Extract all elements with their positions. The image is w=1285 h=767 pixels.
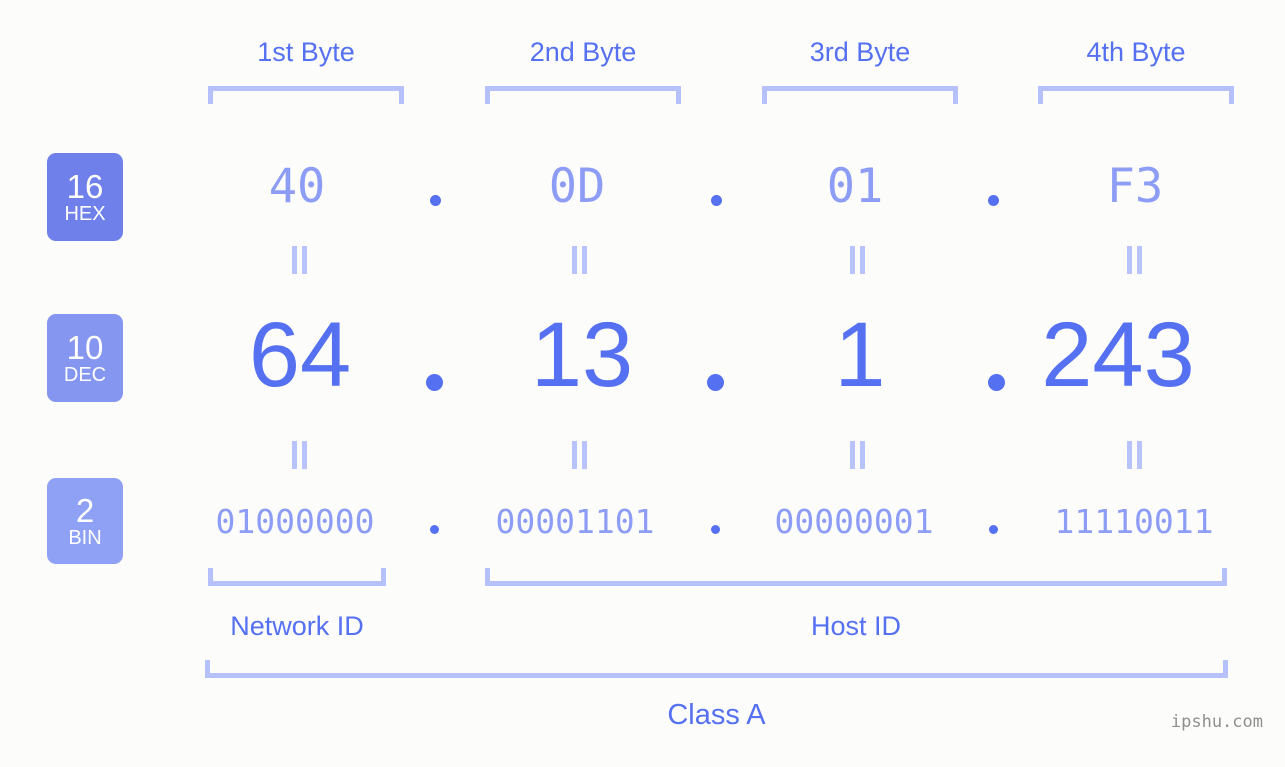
class-label: Class A <box>667 699 766 731</box>
radix-badge-hex-number: 16 <box>66 167 104 205</box>
ip-address-breakdown-diagram: 1st Byte 2nd Byte 3rd Byte 4th Byte 16 H… <box>0 0 1285 767</box>
class-bracket <box>205 660 1228 678</box>
equals-marker-hex-dec-3 <box>849 246 867 274</box>
bin-byte-1: 01000000 <box>215 502 375 541</box>
radix-badge-bin-abbr: BIN <box>68 526 102 549</box>
equals-marker-hex-dec-4 <box>1126 246 1144 274</box>
byte-bracket-2 <box>485 86 681 104</box>
byte-header-3: 3rd Byte <box>809 37 911 67</box>
radix-badge-bin-number: 2 <box>75 491 95 529</box>
equals-marker-hex-dec-2 <box>571 246 589 274</box>
hex-separator-dot-2 <box>711 195 722 206</box>
equals-marker-dec-bin-3 <box>849 441 867 469</box>
host-id-label: Host ID <box>810 611 902 641</box>
bin-byte-2: 00001101 <box>495 502 655 541</box>
hex-byte-3: 01 <box>826 159 884 214</box>
byte-header-4: 4th Byte <box>1086 37 1186 67</box>
radix-badge-dec-abbr: DEC <box>63 363 107 386</box>
dec-byte-1: 64 <box>248 304 352 406</box>
watermark: ipshu.com <box>1170 712 1263 732</box>
radix-badge-hex: 16 HEX <box>47 153 123 241</box>
hex-separator-dot-1 <box>430 195 441 206</box>
dec-byte-2: 13 <box>530 304 634 406</box>
dec-separator-dot-2 <box>707 374 724 391</box>
byte-header-2: 2nd Byte <box>529 37 637 67</box>
equals-marker-dec-bin-2 <box>571 441 589 469</box>
equals-marker-dec-bin-1 <box>291 441 309 469</box>
network-id-bracket <box>208 568 386 586</box>
radix-badge-dec: 10 DEC <box>47 314 123 402</box>
hex-separator-dot-3 <box>988 195 999 206</box>
radix-badge-dec-number: 10 <box>66 328 104 366</box>
network-id-label: Network ID <box>230 611 364 641</box>
bin-separator-dot-1 <box>430 525 439 534</box>
radix-badge-bin: 2 BIN <box>47 478 123 564</box>
equals-marker-dec-bin-4 <box>1126 441 1144 469</box>
byte-bracket-1 <box>208 86 404 104</box>
byte-header-1: 1st Byte <box>257 37 355 67</box>
hex-byte-2: 0D <box>548 159 606 214</box>
byte-bracket-4 <box>1038 86 1234 104</box>
byte-bracket-3 <box>762 86 958 104</box>
dec-byte-3: 1 <box>834 304 886 406</box>
hex-byte-1: 40 <box>268 159 326 214</box>
hex-byte-4: F3 <box>1106 159 1164 214</box>
bin-byte-4: 11110011 <box>1054 502 1214 541</box>
bin-byte-3: 00000001 <box>774 502 934 541</box>
dec-separator-dot-1 <box>426 374 443 391</box>
radix-badge-hex-abbr: HEX <box>64 202 106 225</box>
dec-byte-4: 243 <box>1041 304 1195 406</box>
host-id-bracket <box>485 568 1227 586</box>
bin-separator-dot-3 <box>989 525 998 534</box>
bin-separator-dot-2 <box>711 525 720 534</box>
equals-marker-hex-dec-1 <box>291 246 309 274</box>
